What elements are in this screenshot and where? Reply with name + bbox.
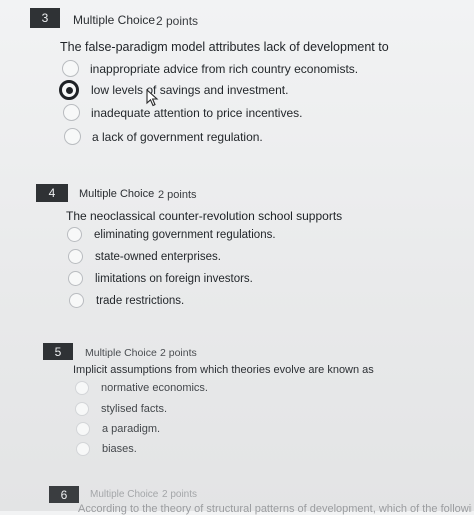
radio-button[interactable]: [75, 402, 89, 416]
radio-button[interactable]: [76, 422, 90, 436]
option-label: low levels of savings and investment.: [91, 83, 289, 97]
answer-option[interactable]: limitations on foreign investors.: [68, 271, 253, 286]
radio-button[interactable]: [62, 60, 79, 77]
option-label: normative economics.: [101, 382, 208, 394]
question-type: Multiple Choice: [79, 188, 155, 200]
radio-button[interactable]: [63, 104, 80, 121]
question-number-badge: 5: [43, 343, 73, 360]
question-text: The false-paradigm model attributes lack…: [60, 40, 389, 54]
option-label: stylised facts.: [101, 403, 168, 415]
answer-option-selected[interactable]: low levels of savings and investment.: [59, 80, 288, 100]
radio-button[interactable]: [68, 271, 83, 286]
question-points: 2 points: [160, 347, 197, 359]
question-text: The neoclassical counter-revolution scho…: [66, 209, 343, 223]
option-label: eliminating government regulations.: [94, 228, 276, 241]
radio-button[interactable]: [67, 227, 82, 242]
mouse-cursor-icon: [146, 89, 159, 107]
radio-button[interactable]: [68, 249, 83, 264]
radio-button[interactable]: [69, 293, 84, 308]
answer-option[interactable]: eliminating government regulations.: [67, 227, 276, 242]
question-text: Implicit assumptions from which theories…: [73, 364, 374, 376]
option-label: biases.: [102, 443, 137, 455]
answer-option[interactable]: a lack of government regulation.: [64, 128, 263, 145]
radio-button[interactable]: [76, 442, 90, 456]
question-text: According to the theory of structural pa…: [78, 503, 472, 515]
answer-option[interactable]: trade restrictions.: [69, 293, 184, 308]
option-label: inadequate attention to price incentives…: [91, 105, 303, 120]
question-points: 2 points: [162, 489, 198, 500]
question-type: Multiple Choice: [73, 13, 156, 27]
question-number-badge: 4: [36, 184, 68, 202]
option-label: a paradigm.: [102, 423, 161, 435]
question-number-badge: 3: [30, 8, 60, 28]
answer-option[interactable]: state-owned enterprises.: [68, 249, 221, 264]
option-label: a lack of government regulation.: [92, 129, 263, 144]
answer-option[interactable]: inappropriate advice from rich country e…: [62, 60, 358, 77]
answer-option[interactable]: stylised facts.: [75, 402, 167, 416]
question-points: 2 points: [156, 14, 199, 28]
option-label: inappropriate advice from rich country e…: [90, 61, 359, 76]
radio-button[interactable]: [75, 381, 89, 395]
answer-option[interactable]: a paradigm.: [76, 422, 160, 436]
answer-option[interactable]: inadequate attention to price incentives…: [63, 104, 302, 121]
radio-button-selected[interactable]: [59, 80, 79, 100]
question-type: Multiple Choice: [85, 347, 157, 359]
question-points: 2 points: [158, 189, 197, 201]
question-number-badge: 6: [49, 486, 79, 503]
option-label: state-owned enterprises.: [95, 250, 221, 263]
question-type: Multiple Choice: [90, 489, 159, 500]
option-label: trade restrictions.: [96, 294, 185, 307]
option-label: limitations on foreign investors.: [95, 272, 253, 285]
answer-option[interactable]: normative economics.: [75, 381, 208, 395]
answer-option[interactable]: biases.: [76, 442, 137, 456]
radio-button[interactable]: [64, 128, 81, 145]
